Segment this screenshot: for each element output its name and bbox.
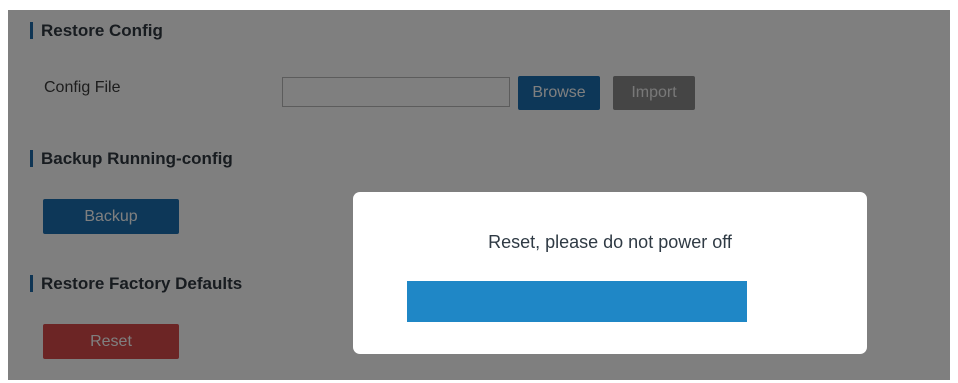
screen: Restore Config Config File Browse Import… [0, 0, 958, 383]
reset-message: Reset, please do not power off [488, 232, 732, 252]
reset-dialog: Reset, please do not power off [353, 192, 867, 354]
reset-progress-bar [407, 281, 747, 322]
reset-progress-fill [407, 281, 747, 322]
